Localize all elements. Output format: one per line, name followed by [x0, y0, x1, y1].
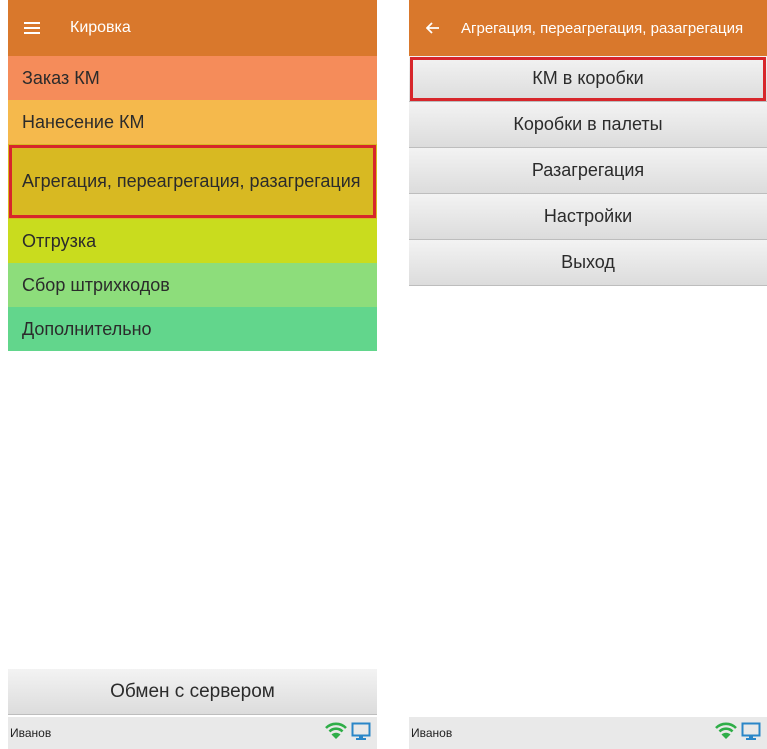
button-label: Коробки в палеты	[513, 114, 663, 134]
menu-item-additional[interactable]: Дополнительно	[8, 307, 377, 351]
user-name: Иванов	[10, 726, 52, 740]
menu-item-marking-km[interactable]: Нанесение КМ	[8, 100, 377, 144]
menu-item-label: Заказ КМ	[22, 67, 100, 88]
menu-item-label: Сбор штрихкодов	[22, 274, 170, 295]
status-bar: Иванов	[409, 717, 767, 749]
main-menu-screen: Кировка Заказ КМ Нанесение КМ Агрегация,…	[8, 0, 377, 749]
status-bar: Иванов	[8, 717, 377, 749]
menu-item-label: Дополнительно	[22, 318, 152, 339]
button-label: Настройки	[543, 206, 633, 226]
screen-title: Агрегация, переагрегация, разагрегация	[461, 19, 744, 37]
exit-button[interactable]: Выход	[409, 240, 767, 286]
app-title: Кировка	[70, 19, 131, 36]
monitor-icon	[741, 722, 761, 745]
wifi-icon	[325, 722, 347, 745]
disaggregation-button[interactable]: Разагрегация	[409, 148, 767, 194]
wifi-icon	[715, 722, 737, 745]
menu-item-aggregation[interactable]: Агрегация, переагрегация, разагрегация	[8, 144, 377, 219]
button-label: Разагрегация	[531, 160, 645, 180]
menu-item-order-km[interactable]: Заказ КМ	[8, 56, 377, 100]
user-name: Иванов	[411, 726, 453, 740]
settings-button[interactable]: Настройки	[409, 194, 767, 240]
menu-item-label: Агрегация, переагрегация, разагрегация	[22, 171, 361, 191]
monitor-icon	[351, 722, 371, 745]
boxes-to-pallets-button[interactable]: Коробки в палеты	[409, 102, 767, 148]
menu-item-label: Нанесение КМ	[22, 111, 145, 132]
menu-item-label: Отгрузка	[22, 230, 97, 251]
app-bar: Кировка	[8, 0, 377, 56]
back-arrow-icon[interactable]	[423, 18, 443, 38]
km-to-boxes-button[interactable]: КМ в коробки	[409, 56, 767, 102]
server-exchange-button[interactable]: Обмен с сервером	[8, 669, 377, 715]
aggregation-screen: Агрегация, переагрегация, разагрегация К…	[409, 0, 767, 749]
menu-item-barcode-collection[interactable]: Сбор штрихкодов	[8, 263, 377, 307]
menu-item-shipment[interactable]: Отгрузка	[8, 219, 377, 263]
button-label: Выход	[561, 252, 615, 272]
app-bar: Агрегация, переагрегация, разагрегация	[409, 0, 767, 56]
hamburger-menu-icon[interactable]	[22, 18, 42, 38]
server-exchange-label: Обмен с сервером	[110, 680, 275, 702]
button-label: КМ в коробки	[532, 68, 644, 88]
